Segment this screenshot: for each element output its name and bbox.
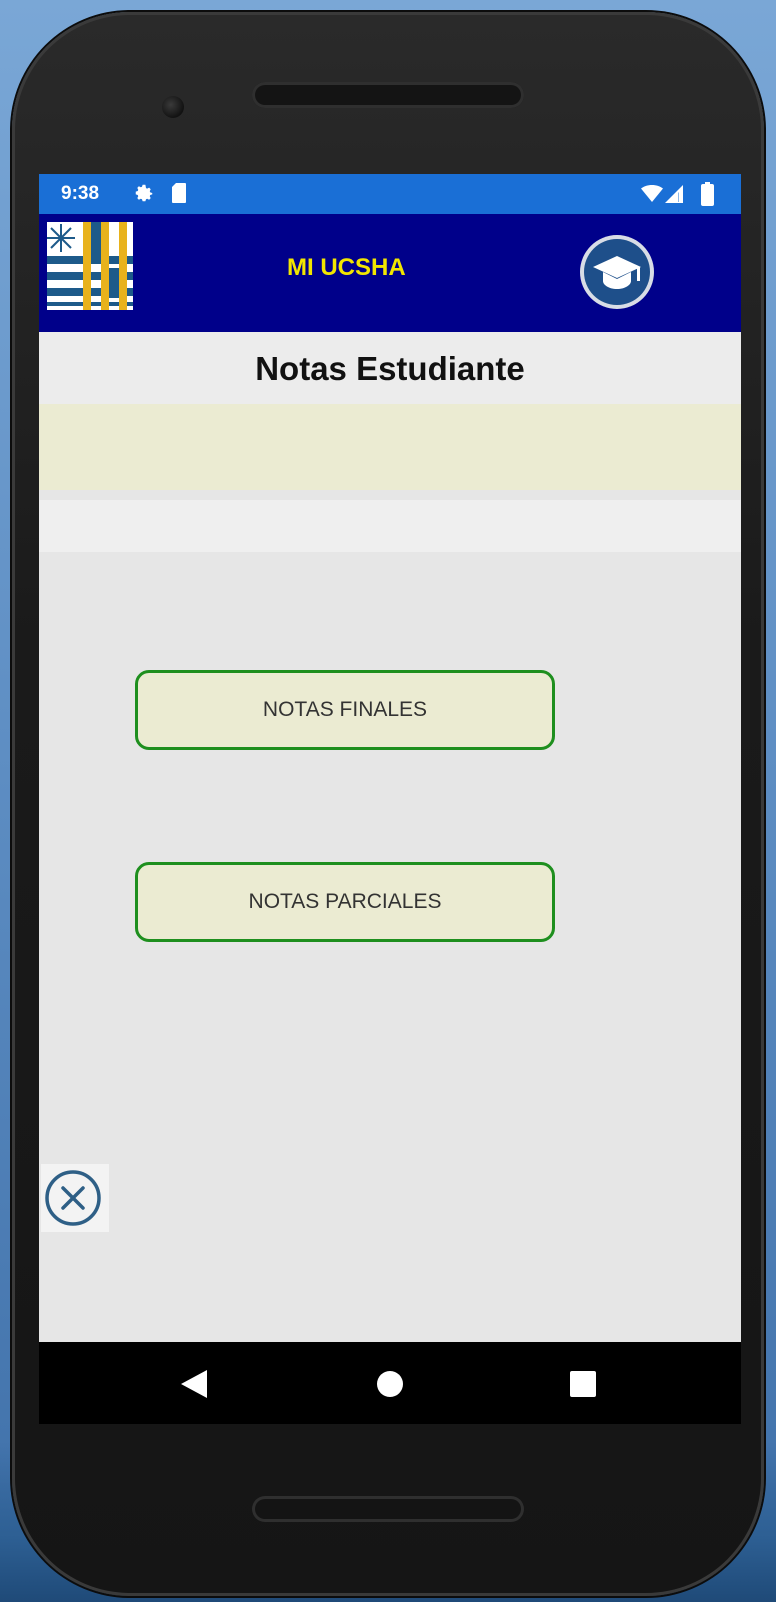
- phone-frame: 9:38 MI UCSHA Notas Estudiante NOTAS FIN…: [12, 12, 764, 1596]
- sd-card-icon: [172, 183, 186, 203]
- app-bar: MI UCSHA: [39, 214, 741, 332]
- bottom-speaker: [252, 1496, 524, 1522]
- wifi-icon: [641, 185, 663, 202]
- light-band: [39, 500, 741, 552]
- notas-finales-label: NOTAS FINALES: [262, 698, 428, 721]
- page-title: Notas Estudiante: [255, 350, 525, 387]
- page-header: Notas Estudiante: [39, 332, 741, 404]
- recents-icon[interactable]: [569, 1370, 597, 1398]
- ucsha-logo: [47, 222, 133, 310]
- device-screen: 9:38 MI UCSHA Notas Estudiante NOTAS FIN…: [39, 174, 741, 1424]
- notas-parciales-label: NOTAS PARCIALES: [248, 890, 442, 913]
- signal-icon: [665, 185, 683, 203]
- app-title: MI UCSHA: [287, 254, 406, 281]
- home-icon[interactable]: [376, 1370, 404, 1398]
- status-bar: 9:38: [39, 174, 741, 214]
- notas-finales-button[interactable]: NOTAS FINALES: [135, 670, 555, 750]
- navigation-bar: [39, 1342, 741, 1424]
- back-icon[interactable]: [181, 1370, 207, 1398]
- settings-icon: [135, 184, 153, 202]
- notas-parciales-button[interactable]: NOTAS PARCIALES: [135, 862, 555, 942]
- info-band: [39, 404, 741, 490]
- battery-icon: [701, 182, 714, 206]
- status-time: 9:38: [61, 183, 100, 204]
- close-circle-icon[interactable]: [41, 1164, 109, 1232]
- front-camera: [162, 96, 184, 118]
- graduation-cap-icon[interactable]: [579, 234, 655, 310]
- top-speaker: [252, 82, 524, 108]
